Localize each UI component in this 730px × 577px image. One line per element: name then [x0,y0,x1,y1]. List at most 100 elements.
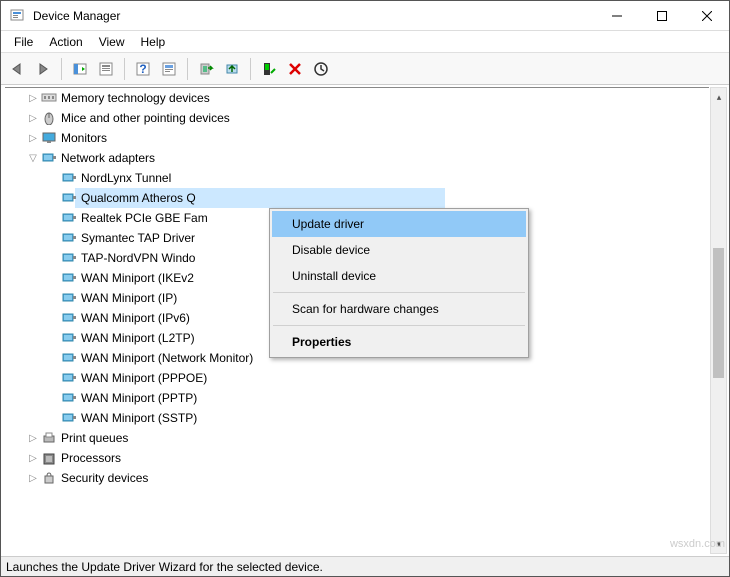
toolbar-separator [61,58,62,80]
adapter-icon [61,210,77,226]
toolbar-separator [250,58,251,80]
monitor-icon [41,130,57,146]
tree-label: Network adapters [61,151,155,165]
toolbar-separator [124,58,125,80]
menu-uninstall-device[interactable]: Uninstall device [272,263,526,289]
vertical-scrollbar[interactable] [710,87,727,554]
expand-icon[interactable]: ▷ [25,453,41,464]
scrollbar-thumb[interactable] [713,248,724,378]
expand-icon[interactable]: ▷ [25,473,41,484]
tree-item-nordlynx[interactable]: NordLynx Tunnel [5,168,709,188]
properties-button[interactable] [157,57,181,81]
tree-item-print-queues[interactable]: ▷ Print queues [5,428,709,448]
tree-item-processors[interactable]: ▷ Processors [5,448,709,468]
tree-label: WAN Miniport (IP) [81,291,177,305]
tree-item-pppoe[interactable]: WAN Miniport (PPPOE) [5,368,709,388]
svg-text:?: ? [139,62,146,76]
maximize-button[interactable] [639,1,684,30]
tree-label: WAN Miniport (PPTP) [81,391,197,405]
tree-label: Print queues [61,431,128,445]
menubar: File Action View Help [1,31,729,53]
menu-properties[interactable]: Properties [272,329,526,355]
tree-label: Mice and other pointing devices [61,111,230,125]
window-title: Device Manager [33,9,594,23]
menu-separator [273,292,525,293]
tree-label: Processors [61,451,121,465]
tree-item-monitors[interactable]: ▷ Monitors [5,128,709,148]
expand-icon[interactable]: ▷ [25,113,41,124]
app-icon [9,8,25,24]
action-menu-button[interactable] [94,57,118,81]
menu-file[interactable]: File [6,33,41,51]
tree-label: WAN Miniport (SSTP) [81,411,197,425]
toolbar-separator [187,58,188,80]
tree-label: Monitors [61,131,107,145]
tree-label: WAN Miniport (IKEv2 [81,271,194,285]
toolbar: ? [1,53,729,85]
security-icon [41,470,57,486]
update-driver-button[interactable] [220,57,244,81]
close-button[interactable] [684,1,729,30]
status-text: Launches the Update Driver Wizard for th… [6,560,323,574]
menu-help[interactable]: Help [133,33,174,51]
expand-icon[interactable]: ▷ [25,433,41,444]
adapter-icon [61,190,77,206]
adapter-icon [61,310,77,326]
tree-item-pptp[interactable]: WAN Miniport (PPTP) [5,388,709,408]
menu-disable-device[interactable]: Disable device [272,237,526,263]
tree-label: Memory technology devices [61,91,210,105]
tree-label: Security devices [61,471,148,485]
adapter-icon [61,250,77,266]
adapter-icon [61,230,77,246]
adapter-icon [61,270,77,286]
collapse-icon[interactable]: ▽ [25,153,41,164]
adapter-icon [61,330,77,346]
minimize-button[interactable] [594,1,639,30]
help-button[interactable]: ? [131,57,155,81]
tree-label: Qualcomm Atheros Q [81,191,196,205]
scan-hardware-button[interactable] [194,57,218,81]
tree-label: TAP-NordVPN Windo [81,251,195,265]
network-icon [41,150,57,166]
enable-device-button[interactable] [257,57,281,81]
tree-item-security[interactable]: ▷ Security devices [5,468,709,488]
adapter-icon [61,290,77,306]
tree-item-memory-technology[interactable]: ▷ Memory technology devices [5,88,709,108]
adapter-icon [61,390,77,406]
menu-action[interactable]: Action [41,33,90,51]
menu-update-driver[interactable]: Update driver [272,211,526,237]
expand-icon[interactable]: ▷ [25,93,41,104]
forward-button[interactable] [31,57,55,81]
tree-label: WAN Miniport (PPPOE) [81,371,207,385]
tree-label: Realtek PCIe GBE Fam [81,211,208,225]
uninstall-button[interactable] [283,57,307,81]
titlebar: Device Manager [1,1,729,31]
disable-device-button[interactable] [309,57,333,81]
scroll-up-icon[interactable]: ▴ [712,90,726,104]
mouse-icon [41,110,57,126]
context-menu: Update driver Disable device Uninstall d… [269,208,529,358]
menu-separator [273,325,525,326]
adapter-icon [61,350,77,366]
adapter-icon [61,370,77,386]
adapter-icon [61,170,77,186]
statusbar: Launches the Update Driver Wizard for th… [1,556,729,576]
printer-icon [41,430,57,446]
expand-icon[interactable]: ▷ [25,133,41,144]
cpu-icon [41,450,57,466]
watermark: wsxdn.com [670,538,725,550]
tree-label: WAN Miniport (IPv6) [81,311,190,325]
memory-icon [41,90,57,106]
menu-scan-hardware[interactable]: Scan for hardware changes [272,296,526,322]
back-button[interactable] [5,57,29,81]
tree-item-qualcomm[interactable]: Qualcomm Atheros Q [5,188,709,208]
show-hide-tree-button[interactable] [68,57,92,81]
tree-item-sstp[interactable]: WAN Miniport (SSTP) [5,408,709,428]
menu-view[interactable]: View [91,33,133,51]
tree-label: WAN Miniport (L2TP) [81,331,195,345]
tree-item-network-adapters[interactable]: ▽ Network adapters [5,148,709,168]
adapter-icon [61,410,77,426]
tree-item-mice[interactable]: ▷ Mice and other pointing devices [5,108,709,128]
tree-label: Symantec TAP Driver [81,231,195,245]
tree-label: NordLynx Tunnel [81,171,171,185]
